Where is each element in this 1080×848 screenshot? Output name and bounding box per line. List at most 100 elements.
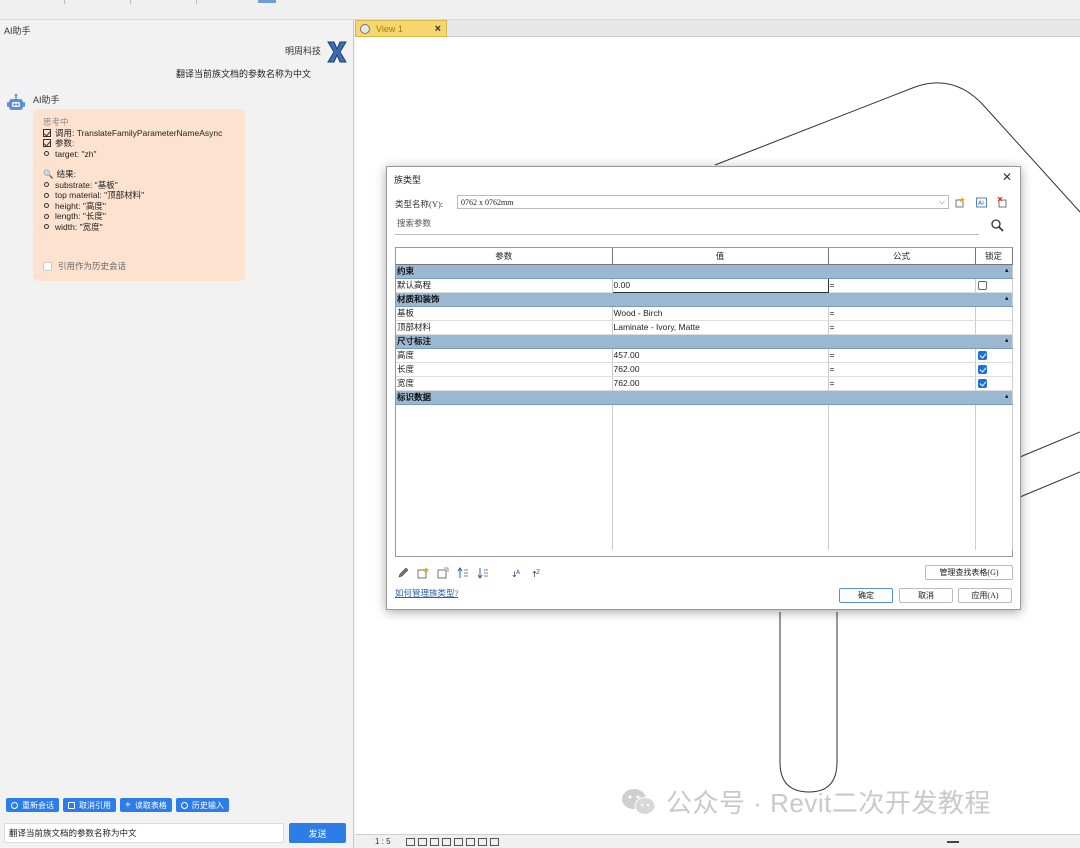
delete-type-icon[interactable] [997,197,1008,208]
modify-parameter-icon[interactable] [437,567,449,579]
send-button[interactable]: 发送 [289,823,346,843]
bullet-icon [44,224,49,230]
refresh-icon [11,801,18,809]
crop-icon[interactable] [465,837,475,846]
param-value[interactable]: 457.00 [612,348,829,363]
param-lock[interactable] [975,362,1013,377]
close-icon[interactable]: ✕ [1002,170,1012,184]
toolbar-separator [196,0,197,4]
edit-pencil-icon[interactable] [397,567,409,579]
chat-input[interactable] [4,823,284,843]
param-formula[interactable]: = [828,376,976,391]
magnifier-icon: 🔍 [43,169,54,179]
param-formula[interactable]: = [828,362,976,377]
params-label: 参数: [55,138,75,148]
collapse-icon[interactable]: ▴ [1005,266,1009,274]
lock-checkbox-checked[interactable] [977,379,987,389]
param-value[interactable]: 762.00 [612,376,829,391]
read-table-button[interactable]: + 读取表格 [120,798,172,812]
collapse-icon[interactable]: ▴ [1005,392,1009,400]
sun-path-icon[interactable] [429,837,439,846]
watermark-text: 公众号 · Revit二次开发教程 [666,788,991,818]
help-link[interactable]: 如何管理族类型? [395,587,458,599]
checkbox-icon[interactable] [43,261,52,271]
manage-lookup-tables-button[interactable]: 管理查找表格(G) [925,565,1013,580]
table-row: 默认高程 0.00 = [396,277,1013,293]
column-header-formula[interactable]: 公式 [828,248,976,265]
lock-checkbox-checked[interactable] [977,365,987,375]
lock-checkbox-checked[interactable] [977,351,987,361]
group-row-materials[interactable]: 材质和装饰 ▴ [396,292,1013,307]
param-formula[interactable]: = [828,306,976,321]
group-row-constraints[interactable]: 约束 ▴ [396,264,1013,279]
minimize-bar[interactable] [947,841,959,843]
param-name: 长度 [396,362,613,377]
search-icon[interactable] [991,219,1004,232]
scale-label[interactable]: 1 : 5 [375,837,391,846]
column-header-lock[interactable]: 锁定 [975,248,1013,265]
history-input-button[interactable]: 历史输入 [175,798,229,812]
family-types-dialog: 族类型 ✕ 类型名称(Y): 0762 x 0762mm ⌵ AI 搜索参数 参… [386,166,1021,610]
shadows-icon[interactable] [441,837,451,846]
cancel-button[interactable]: 取消 [899,588,953,603]
grid-empty-area [396,404,1013,550]
param-formula[interactable]: = [828,320,976,335]
checked-icon [43,139,51,148]
close-tab-icon[interactable]: × [435,23,441,35]
lock-checkbox[interactable] [977,281,987,291]
bullet-icon [44,151,49,157]
ok-button[interactable]: 确定 [839,588,893,603]
rename-type-icon[interactable]: AI [976,197,987,208]
cancel-cite-button[interactable]: 取消引用 [63,798,116,812]
column-header-value[interactable]: 值 [612,248,829,265]
sort-descending-icon[interactable]: ↑Z [531,567,543,579]
param-value[interactable]: Laminate - Ivory, Matte [612,320,829,335]
params-row: 参数: [43,138,235,149]
collapse-icon[interactable]: ▴ [1005,336,1009,344]
param-name: 宽度 [396,376,613,391]
result-item: height: "高度" [43,201,235,212]
result-item: top material: "顶部材料" [43,190,235,201]
wechat-icon [622,788,656,815]
move-up-icon[interactable] [457,567,469,579]
move-down-icon[interactable] [477,567,489,579]
result-row: 🔍 结果: [43,169,235,180]
detail-level-icon[interactable] [405,837,415,846]
temp-hide-icon[interactable] [489,837,499,846]
param-formula[interactable]: = [828,278,976,293]
sort-ascending-icon[interactable]: ↓A [511,567,523,579]
search-parameters-input[interactable]: 搜索参数 [395,217,979,235]
collapse-icon[interactable]: ▴ [1005,294,1009,302]
checked-icon [43,128,51,137]
new-type-icon[interactable] [955,197,966,208]
render-icon[interactable] [453,837,463,846]
group-row-identity[interactable]: 标识数据 ▴ [396,390,1013,405]
view-tab[interactable]: View 1 × [355,20,447,37]
view-tab-label: View 1 [376,23,403,34]
group-row-dimensions[interactable]: 尺寸标注 ▴ [396,334,1013,349]
param-value-input[interactable]: 0.00 [611,277,829,293]
param-name: 基板 [396,306,613,321]
param-lock[interactable] [975,348,1013,363]
param-lock[interactable] [975,278,1013,293]
column-header-parameter[interactable]: 参数 [396,248,613,265]
bullet-icon [44,182,49,188]
visual-style-icon[interactable] [417,837,427,846]
panel-title: AI助手 [4,26,31,36]
apply-button[interactable]: 应用(A) [958,588,1012,603]
plus-icon: + [125,799,131,811]
type-name-select[interactable]: 0762 x 0762mm ⌵ [457,195,949,209]
param-value[interactable]: Wood - Birch [612,306,829,321]
result-item: substrate: "基板" [43,180,235,191]
param-lock[interactable] [975,376,1013,391]
param-name: 默认高程 [396,278,613,293]
table-row: 长度 762.00 = [396,362,1013,377]
new-session-button[interactable]: 重新会话 [6,798,59,812]
table-row: 高度 457.00 = [396,348,1013,363]
param-value[interactable]: 762.00 [612,362,829,377]
hide-icon[interactable] [477,837,487,846]
result-item: width: "宽度" [43,222,235,233]
new-parameter-icon[interactable] [417,567,429,579]
cite-history-checkbox[interactable]: 引用作为历史会话 [43,261,126,272]
param-formula[interactable]: = [828,348,976,363]
